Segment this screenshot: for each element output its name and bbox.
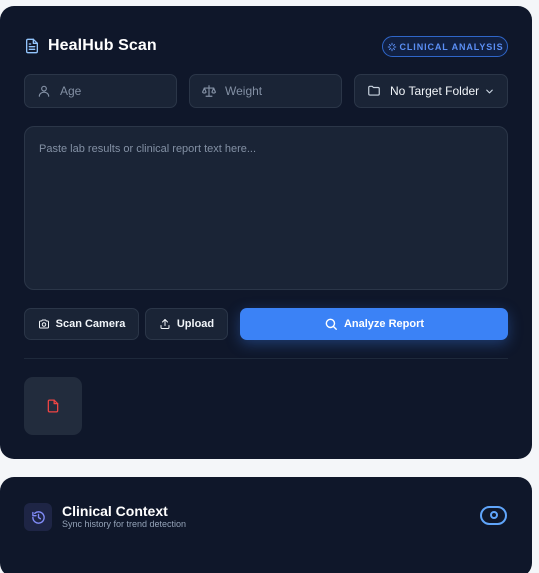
weight-input[interactable] <box>225 84 325 98</box>
scan-card: HealHub Scan CLINICAL ANALYSIS No Target… <box>0 6 532 459</box>
clinical-context-card: Clinical Context Sync history for trend … <box>0 477 532 573</box>
search-icon <box>325 318 337 330</box>
page-title: HealHub Scan <box>48 37 157 54</box>
analyze-report-button[interactable]: Analyze Report <box>240 308 508 340</box>
upload-label: Upload <box>176 318 215 330</box>
toggle-knob <box>490 511 498 519</box>
age-input[interactable] <box>60 84 160 98</box>
scan-camera-label: Scan Camera <box>55 318 126 330</box>
upload-button[interactable]: Upload <box>145 308 228 340</box>
folder-selected-value: No Target Folder <box>390 84 480 98</box>
user-icon <box>38 85 50 97</box>
sparkle-icon <box>387 42 396 51</box>
clinical-context-subtitle: Sync history for trend detection <box>62 519 187 529</box>
clinical-context-icon-box <box>24 503 52 531</box>
clinical-context-title: Clinical Context <box>62 503 168 519</box>
camera-icon <box>38 319 49 329</box>
upload-icon <box>160 319 170 329</box>
chevron-down-icon <box>486 89 493 94</box>
folder-icon <box>368 85 380 96</box>
history-icon <box>31 510 45 524</box>
divider <box>24 358 508 359</box>
analyze-report-label: Analyze Report <box>343 318 425 330</box>
clinical-context-toggle[interactable] <box>480 506 507 525</box>
report-text-input[interactable] <box>24 126 508 290</box>
file-text-icon <box>24 37 40 55</box>
scan-camera-button[interactable]: Scan Camera <box>24 308 139 340</box>
badge-label: CLINICAL ANALYSIS <box>399 41 504 52</box>
weight-field[interactable] <box>189 74 342 108</box>
file-icon <box>47 399 59 413</box>
clinical-analysis-badge: CLINICAL ANALYSIS <box>382 36 508 57</box>
attachment-thumbnail[interactable] <box>24 377 82 435</box>
age-field[interactable] <box>24 74 177 108</box>
target-folder-select[interactable]: No Target Folder <box>354 74 508 108</box>
scale-icon <box>202 85 216 97</box>
